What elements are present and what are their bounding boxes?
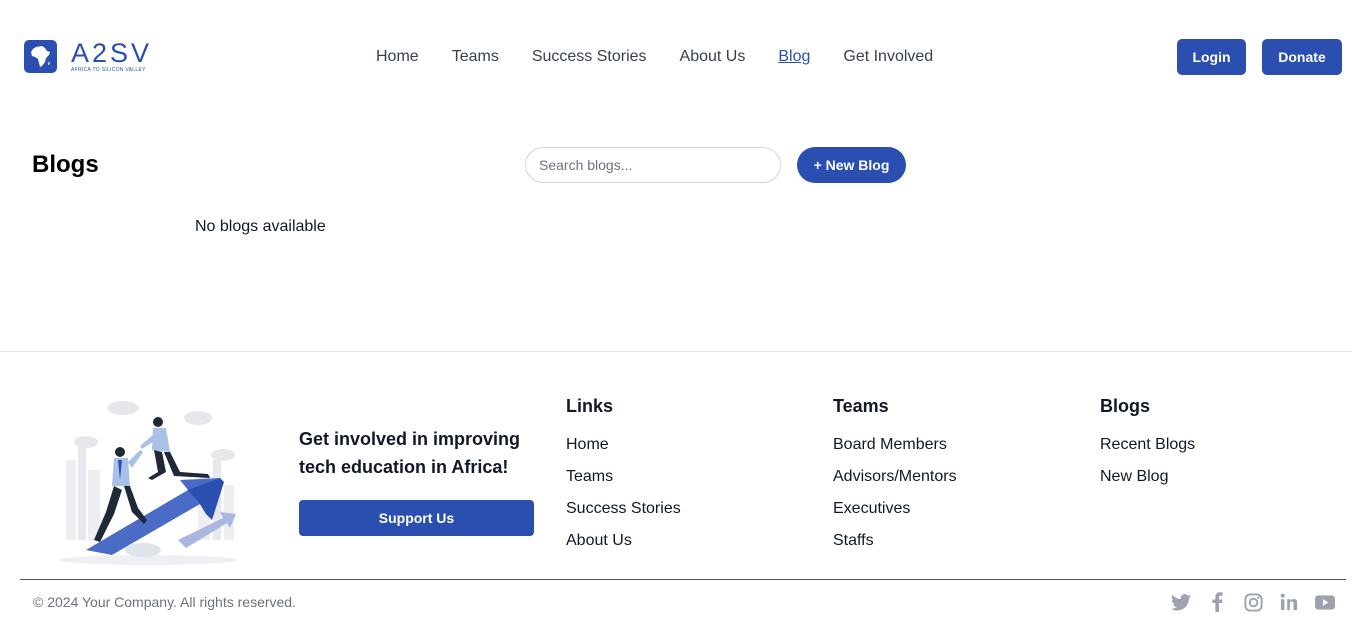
site-header: A2SV AFRICA TO SILICON VALLEY Home Teams…: [0, 0, 1352, 114]
nav-item-about-us[interactable]: About Us: [680, 47, 746, 67]
footer-column-title: Links: [566, 396, 614, 416]
footer-bottom-divider: [20, 579, 1346, 580]
footer-cta-text: Get involved in improving tech education…: [299, 429, 521, 477]
footer-divider: [0, 351, 1352, 352]
nav-item-get-involved[interactable]: Get Involved: [843, 47, 933, 67]
social-links: [1155, 592, 1335, 612]
footer-column-title: Blogs: [1100, 396, 1151, 416]
footer-link-home[interactable]: Home: [566, 435, 681, 455]
page-title: Blogs: [32, 151, 99, 178]
footer-link-about-us[interactable]: About Us: [566, 531, 681, 551]
footer-column-title: Teams: [833, 396, 889, 416]
footer-link-board-members[interactable]: Board Members: [833, 435, 957, 455]
empty-state-message: No blogs available: [195, 218, 326, 235]
footer-link-advisors-mentors[interactable]: Advisors/Mentors: [833, 467, 957, 487]
footer-column-blogs: Blogs Recent Blogs New Blog: [1100, 396, 1195, 499]
support-us-button[interactable]: Support Us: [299, 500, 534, 536]
copyright-text: © 2024 Your Company. All rights reserved…: [33, 594, 296, 610]
login-button[interactable]: Login: [1177, 39, 1246, 75]
nav-item-blog[interactable]: Blog: [778, 47, 810, 67]
nav-item-teams[interactable]: Teams: [452, 47, 499, 67]
footer-link-staffs[interactable]: Staffs: [833, 531, 957, 551]
facebook-icon[interactable]: [1207, 592, 1227, 612]
linkedin-icon[interactable]: [1279, 592, 1299, 612]
footer-column-teams: Teams Board Members Advisors/Mentors Exe…: [833, 396, 957, 563]
footer-link-success-stories[interactable]: Success Stories: [566, 499, 681, 519]
footer-link-new-blog[interactable]: New Blog: [1100, 467, 1195, 487]
footer-link-executives[interactable]: Executives: [833, 499, 957, 519]
brand-tagline: AFRICA TO SILICON VALLEY: [71, 67, 146, 73]
nav-item-home[interactable]: Home: [376, 47, 419, 67]
brand-wordmark: A2SV AFRICA TO SILICON VALLEY: [71, 38, 153, 74]
nav-item-success-stories[interactable]: Success Stories: [532, 47, 647, 67]
africa-map-icon: [24, 40, 57, 73]
new-blog-button[interactable]: + New Blog: [797, 147, 906, 183]
footer-link-teams[interactable]: Teams: [566, 467, 681, 487]
youtube-icon[interactable]: [1315, 592, 1335, 612]
brand-logo[interactable]: A2SV AFRICA TO SILICON VALLEY: [24, 40, 152, 73]
main-nav: Home Teams Success Stories About Us Blog…: [376, 47, 966, 67]
twitter-icon[interactable]: [1171, 592, 1191, 612]
footer-column-links: Links Home Teams Success Stories About U…: [566, 396, 681, 563]
donate-button[interactable]: Donate: [1262, 39, 1342, 75]
team-climbing-illustration: [48, 390, 248, 568]
instagram-icon[interactable]: [1243, 592, 1263, 612]
brand-name: A2SV: [71, 38, 153, 68]
footer-link-recent-blogs[interactable]: Recent Blogs: [1100, 435, 1195, 455]
search-input[interactable]: [525, 147, 781, 183]
